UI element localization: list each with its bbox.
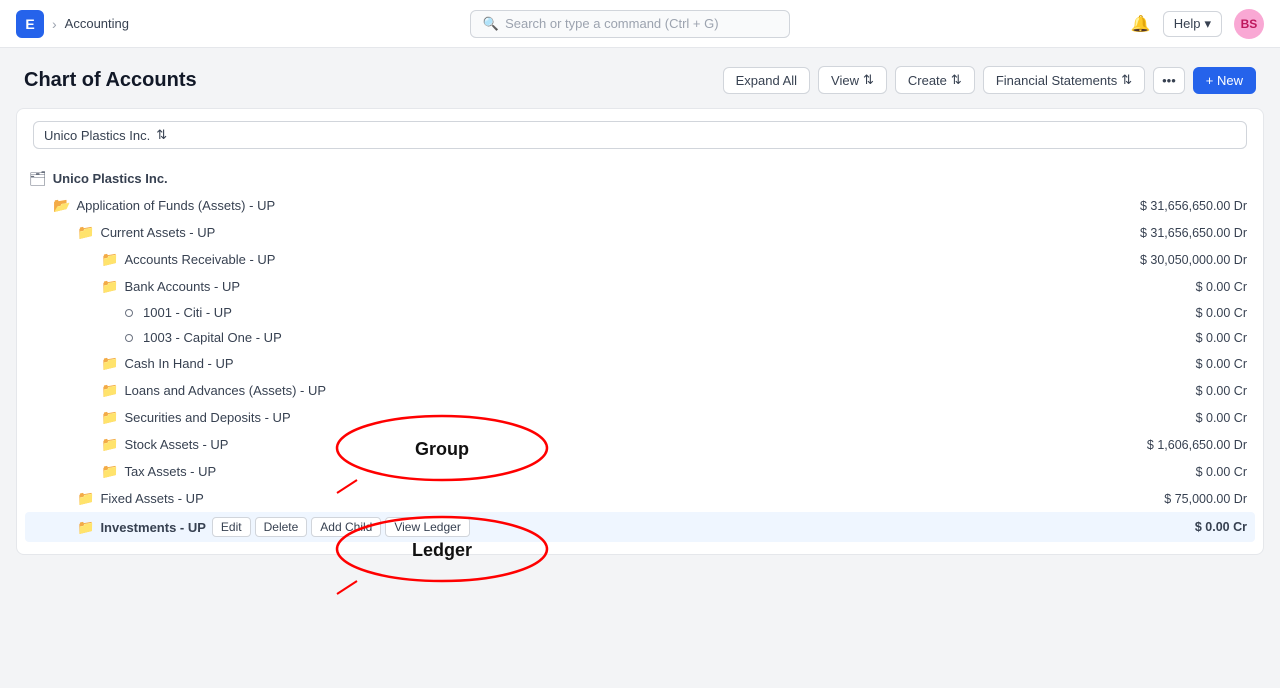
edit-button[interactable]: Edit bbox=[212, 517, 251, 537]
account-label: Securities and Deposits - UP bbox=[124, 410, 290, 425]
account-label: Loans and Advances (Assets) - UP bbox=[124, 383, 326, 398]
account-label: Accounts Receivable - UP bbox=[124, 252, 275, 267]
view-ledger-button[interactable]: View Ledger bbox=[385, 517, 470, 537]
account-label: 1003 - Capital One - UP bbox=[143, 330, 282, 345]
investments-row[interactable]: 📁 Investments - UP Edit Delete Add Child… bbox=[25, 512, 1255, 542]
table-row[interactable]: 📁 Stock Assets - UP $ 1,606,650.00 Dr bbox=[25, 431, 1255, 458]
account-amount: $ 0.00 Cr bbox=[1196, 465, 1247, 479]
chevron-down-icon: ⇅ bbox=[951, 72, 962, 88]
selector-arrows-icon: ⇅ bbox=[156, 127, 167, 143]
search-placeholder: Search or type a command (Ctrl + G) bbox=[505, 16, 719, 31]
ledger-circle-icon bbox=[125, 334, 133, 342]
account-label: Stock Assets - UP bbox=[124, 437, 228, 452]
chevron-down-icon: ⇅ bbox=[863, 72, 874, 88]
account-amount: $ 0.00 Cr bbox=[1196, 357, 1247, 371]
search-bar[interactable]: 🔍 Search or type a command (Ctrl + G) bbox=[470, 10, 790, 38]
view-button[interactable]: View ⇅ bbox=[818, 66, 887, 94]
folder-icon: 📁 bbox=[101, 382, 118, 399]
account-amount: $ 0.00 Cr bbox=[1196, 331, 1247, 345]
view-label: View bbox=[831, 73, 859, 88]
account-label: Application of Funds (Assets) - UP bbox=[76, 198, 275, 213]
ledger-circle-icon bbox=[125, 309, 133, 317]
create-label: Create bbox=[908, 73, 947, 88]
financial-statements-button[interactable]: Financial Statements ⇅ bbox=[983, 66, 1145, 94]
table-row[interactable]: 📁 Loans and Advances (Assets) - UP $ 0.0… bbox=[25, 377, 1255, 404]
account-amount: $ 31,656,650.00 Dr bbox=[1140, 226, 1247, 240]
table-row[interactable]: 📁 Current Assets - UP $ 31,656,650.00 Dr bbox=[25, 219, 1255, 246]
account-label: Tax Assets - UP bbox=[124, 464, 216, 479]
account-label: 1001 - Citi - UP bbox=[143, 305, 232, 320]
table-row[interactable]: 📁 Accounts Receivable - UP $ 30,050,000.… bbox=[25, 246, 1255, 273]
folder-icon: 📁 bbox=[77, 490, 94, 507]
folder-icon: 📁 bbox=[77, 519, 94, 536]
account-amount: $ 75,000.00 Dr bbox=[1164, 492, 1247, 506]
table-row[interactable]: 📂 Application of Funds (Assets) - UP $ 3… bbox=[25, 192, 1255, 219]
chevron-down-icon: ⇅ bbox=[1121, 72, 1132, 88]
root-label: Unico Plastics Inc. bbox=[53, 171, 168, 186]
company-selector[interactable]: Unico Plastics Inc. ⇅ bbox=[33, 121, 1247, 149]
table-row[interactable]: 📁 Cash In Hand - UP $ 0.00 Cr bbox=[25, 350, 1255, 377]
page-title: Chart of Accounts bbox=[24, 69, 197, 92]
dots-icon: ••• bbox=[1162, 73, 1176, 88]
financial-statements-label: Financial Statements bbox=[996, 73, 1117, 88]
folder-open-icon: 📂 bbox=[53, 197, 70, 214]
table-row[interactable]: 1003 - Capital One - UP $ 0.00 Cr bbox=[25, 325, 1255, 350]
folder-icon: 📁 bbox=[101, 355, 118, 372]
avatar: BS bbox=[1234, 9, 1264, 39]
table-row[interactable]: 📁 Fixed Assets - UP $ 75,000.00 Dr bbox=[25, 485, 1255, 512]
folder-icon: 📁 bbox=[101, 251, 118, 268]
svg-text:Ledger: Ledger bbox=[412, 540, 472, 560]
folder-icon: 📁 bbox=[101, 409, 118, 426]
account-amount: $ 1,606,650.00 Dr bbox=[1147, 438, 1247, 452]
breadcrumb: Accounting bbox=[65, 16, 129, 31]
folder-icon: 📁 bbox=[101, 463, 118, 480]
expand-all-label: Expand All bbox=[736, 73, 797, 88]
new-button[interactable]: + New bbox=[1193, 67, 1256, 94]
breadcrumb-separator: › bbox=[52, 16, 57, 32]
more-options-button[interactable]: ••• bbox=[1153, 67, 1185, 94]
account-amount: $ 0.00 Cr bbox=[1196, 384, 1247, 398]
account-label: Fixed Assets - UP bbox=[100, 491, 203, 506]
account-label: Cash In Hand - UP bbox=[124, 356, 233, 371]
app-icon: E bbox=[16, 10, 44, 38]
account-label: Bank Accounts - UP bbox=[124, 279, 240, 294]
account-amount: $ 0.00 Cr bbox=[1196, 411, 1247, 425]
account-amount: $ 31,656,650.00 Dr bbox=[1140, 199, 1247, 213]
new-label: + New bbox=[1206, 73, 1243, 88]
account-tree: 🗂 Unico Plastics Inc. 📂 Application of F… bbox=[17, 165, 1263, 542]
toolbar: Expand All View ⇅ Create ⇅ Financial Sta… bbox=[723, 66, 1256, 94]
account-amount: $ 0.00 Cr bbox=[1196, 306, 1247, 320]
table-row[interactable]: 📁 Bank Accounts - UP $ 0.00 Cr bbox=[25, 273, 1255, 300]
folder-icon: 📁 bbox=[101, 436, 118, 453]
table-row[interactable]: 📁 Tax Assets - UP $ 0.00 Cr bbox=[25, 458, 1255, 485]
inline-actions: Edit Delete Add Child View Ledger bbox=[212, 517, 470, 537]
table-row[interactable]: 📁 Securities and Deposits - UP $ 0.00 Cr bbox=[25, 404, 1255, 431]
account-amount: $ 0.00 Cr bbox=[1195, 520, 1247, 534]
delete-button[interactable]: Delete bbox=[255, 517, 308, 537]
account-amount: $ 0.00 Cr bbox=[1196, 280, 1247, 294]
table-row[interactable]: 1001 - Citi - UP $ 0.00 Cr bbox=[25, 300, 1255, 325]
help-label: Help bbox=[1174, 16, 1201, 31]
account-amount: $ 30,050,000.00 Dr bbox=[1140, 253, 1247, 267]
tree-root-row[interactable]: 🗂 Unico Plastics Inc. bbox=[25, 165, 1255, 192]
folder-open-icon: 🗂 bbox=[29, 170, 47, 187]
search-icon: 🔍 bbox=[483, 16, 499, 32]
chevron-down-icon: ▾ bbox=[1204, 16, 1211, 32]
notification-bell-icon[interactable]: 🔔 bbox=[1131, 14, 1151, 34]
help-button[interactable]: Help ▾ bbox=[1163, 11, 1222, 37]
folder-icon: 📁 bbox=[77, 224, 94, 241]
account-label: Investments - UP bbox=[100, 520, 205, 535]
expand-all-button[interactable]: Expand All bbox=[723, 67, 810, 94]
add-child-button[interactable]: Add Child bbox=[311, 517, 381, 537]
account-label: Current Assets - UP bbox=[100, 225, 215, 240]
folder-icon: 📁 bbox=[101, 278, 118, 295]
company-name: Unico Plastics Inc. bbox=[44, 128, 150, 143]
create-button[interactable]: Create ⇅ bbox=[895, 66, 975, 94]
